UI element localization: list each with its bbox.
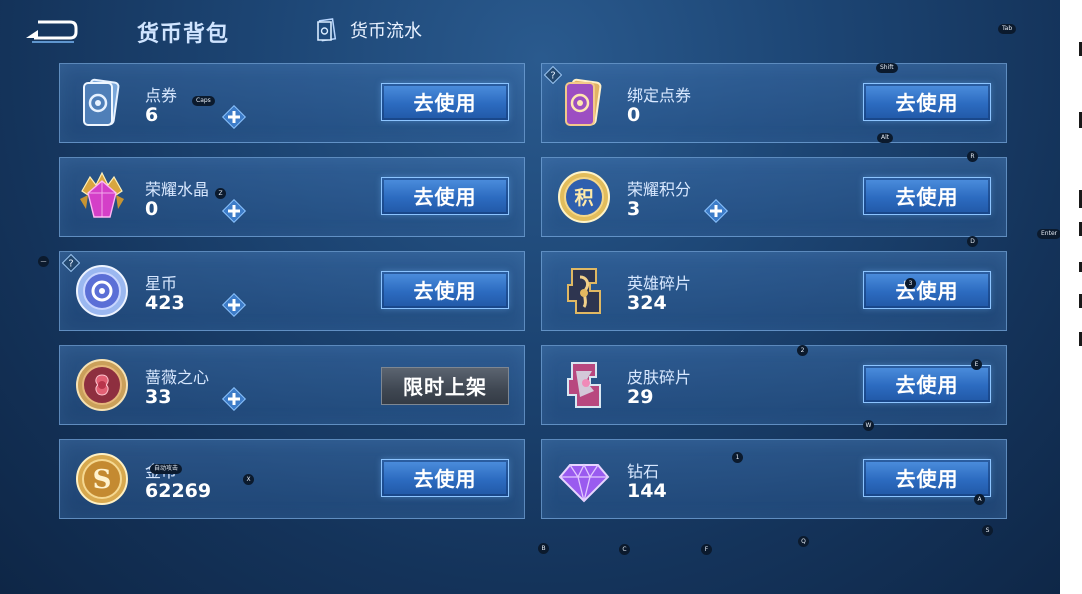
currency-amount: 33: [145, 386, 172, 408]
currency-name: 英雄碎片: [627, 274, 692, 293]
currency-card-skin-fragment: 皮肤碎片 29 去使用: [541, 345, 1007, 425]
currency-card-rose-heart: 蔷薇之心 33 限时上架: [59, 345, 525, 425]
svg-text:S: S: [93, 465, 112, 495]
svg-text:积: 积: [574, 187, 593, 209]
key-hint-x: X: [243, 474, 254, 485]
currency-amount: 0: [145, 198, 159, 220]
currency-name: 皮肤碎片: [627, 368, 692, 387]
currency-amount: 144: [627, 480, 667, 502]
top-bar: 货币背包 货币流水: [0, 0, 1060, 60]
key-hint-auto-attack: 自动攻击: [150, 464, 183, 474]
star-coin-icon: [76, 265, 128, 317]
currency-amount: 423: [145, 292, 185, 314]
key-hint-c: C: [619, 544, 630, 555]
use-glory-points-button[interactable]: 去使用: [863, 177, 991, 215]
key-hint-a: A: [974, 494, 985, 505]
use-hero-fragment-button[interactable]: 去使用: [863, 271, 991, 309]
svg-text:?: ?: [550, 71, 555, 82]
currency-name: 荣耀积分: [627, 180, 692, 199]
glory-points-icon: 积: [558, 171, 610, 223]
add-rose-heart-plus-icon[interactable]: [221, 386, 247, 412]
add-glory-crystal-plus-icon[interactable]: [221, 198, 247, 224]
currency-card-glory-crystal: 荣耀水晶 0 去使用: [59, 157, 525, 237]
rose-heart-icon: [76, 359, 128, 411]
key-hint-e: E: [971, 359, 982, 370]
use-star-coin-button[interactable]: 去使用: [381, 271, 509, 309]
currency-amount: 29: [627, 386, 654, 408]
use-skin-fragment-button[interactable]: 去使用: [863, 365, 991, 403]
key-hint-b: B: [538, 543, 549, 554]
bound-coupon-icon: [565, 78, 602, 126]
key-hint-enter: Enter: [1037, 229, 1062, 239]
key-hint-q: Q: [798, 536, 809, 547]
currency-name: 荣耀水晶: [145, 180, 210, 199]
currency-card-diamond: 钻石 144 去使用: [541, 439, 1007, 519]
key-hint-r: R: [967, 151, 978, 162]
currency-amount: 3: [627, 198, 641, 220]
add-glory-points-plus-icon[interactable]: [703, 198, 729, 224]
currency-amount: 324: [627, 292, 667, 314]
use-diamond-button[interactable]: 去使用: [863, 459, 991, 497]
currency-card-glory-points: 积 荣耀积分 3 去使用: [541, 157, 1007, 237]
use-bound-coupon-button[interactable]: 去使用: [863, 83, 991, 121]
use-gold-button[interactable]: 去使用: [381, 459, 509, 497]
key-hint-alt: Alt: [877, 133, 894, 143]
key-hint-f: F: [701, 544, 712, 555]
gold-coin-icon: S: [76, 453, 128, 505]
use-glory-crystal-button[interactable]: 去使用: [381, 177, 509, 215]
key-hint-shift: Shift: [876, 63, 898, 73]
add-star-coin-plus-icon[interactable]: [221, 292, 247, 318]
key-hint-caps: Caps: [192, 96, 215, 106]
currency-card-bound-coupon: ? 绑定点券 0 去使用: [541, 63, 1007, 143]
currency-flow-link[interactable]: 货币流水: [314, 16, 422, 44]
back-button[interactable]: [24, 14, 80, 46]
key-hint-minus: —: [38, 256, 49, 267]
key-hint-z: Z: [215, 188, 226, 199]
hero-fragment-icon: [567, 268, 601, 314]
key-hint-2: 2: [797, 345, 808, 356]
skin-fragment-icon: [567, 362, 601, 408]
currency-amount: 6: [145, 104, 159, 126]
page-title: 货币背包: [137, 22, 230, 47]
back-arrow-icon: [26, 20, 78, 43]
key-hint-tab: Tab: [998, 24, 1017, 34]
diamond-icon: [558, 463, 610, 503]
currency-name: 蔷薇之心: [145, 368, 210, 387]
currency-card-hero-fragment: 英雄碎片 324 去使用: [541, 251, 1007, 331]
key-hint-3: 3: [905, 278, 916, 289]
coupon-icon: [83, 78, 120, 126]
currency-name: 绑定点券: [627, 86, 692, 105]
key-hint-s: S: [982, 525, 993, 536]
currency-name: 星币: [145, 274, 178, 293]
currency-card-gold: S 金币 62269 去使用: [59, 439, 525, 519]
key-hint-1: 1: [732, 452, 743, 463]
currency-flow-label: 货币流水: [350, 21, 422, 42]
limited-time-button[interactable]: 限时上架: [381, 367, 509, 405]
currency-name: 点券: [145, 86, 178, 105]
glory-crystal-icon: [80, 171, 124, 218]
use-coupon-button[interactable]: 去使用: [381, 83, 509, 121]
svg-text:?: ?: [68, 259, 73, 270]
currency-flow-icon: [317, 18, 337, 42]
add-coupon-plus-icon[interactable]: [221, 104, 247, 130]
key-hint-d: D: [967, 236, 978, 247]
currency-amount: 0: [627, 104, 641, 126]
currency-name: 钻石: [627, 462, 660, 481]
currency-card-star-coin: ? 星币 423 去使用: [59, 251, 525, 331]
currency-amount: 62269: [145, 480, 212, 502]
currency-card-coupon: 点券 6 去使用: [59, 63, 525, 143]
key-hint-w: W: [863, 420, 874, 431]
